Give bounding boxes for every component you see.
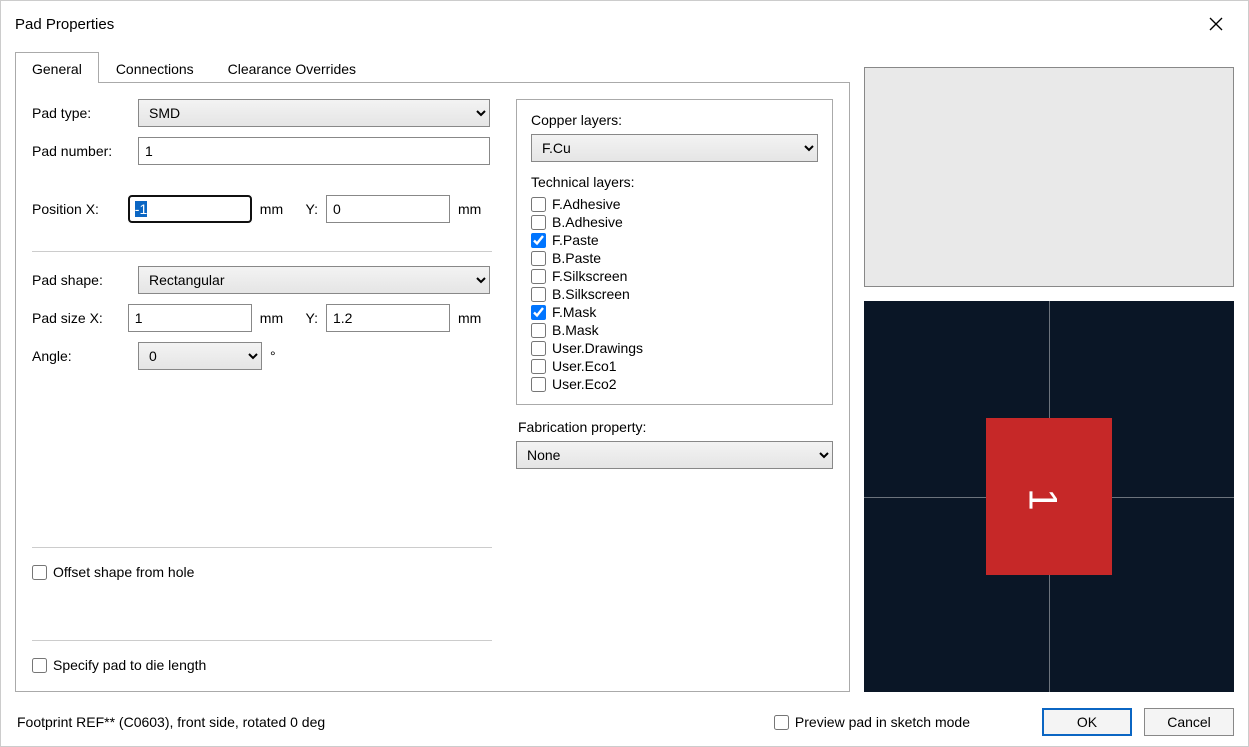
tech-layer-checkbox-user-eco2[interactable] [531,377,546,392]
label-specify-die: Specify pad to die length [53,657,206,673]
pad-number-input[interactable] [138,137,490,165]
pad-size-y-input[interactable] [326,304,450,332]
tech-layer-checkbox-b-paste[interactable] [531,251,546,266]
position-y-input[interactable] [326,195,450,223]
label-offset-shape: Offset shape from hole [53,564,194,580]
tech-layer-row: User.Drawings [531,340,818,356]
cancel-button[interactable]: Cancel [1144,708,1234,736]
tech-layer-row: F.Adhesive [531,196,818,212]
tab-bar: General Connections Clearance Overrides [15,51,850,83]
copper-layer-select[interactable]: F.Cu [531,134,818,162]
tech-layer-row: F.Mask [531,304,818,320]
tech-layer-label: B.Paste [552,250,601,266]
tech-layer-label: User.Drawings [552,340,643,356]
preview-pad: 1 [864,301,1234,692]
label-y: Y: [302,310,318,326]
fabrication-property-select[interactable]: None [516,441,833,469]
tech-layer-row: B.Silkscreen [531,286,818,302]
close-icon[interactable] [1196,9,1236,39]
tech-layer-label: F.Mask [552,304,596,320]
tech-layer-checkbox-f-silkscreen[interactable] [531,269,546,284]
preview-sketch-checkbox[interactable] [774,715,789,730]
label-preview-sketch: Preview pad in sketch mode [795,714,970,730]
tab-connections[interactable]: Connections [99,52,211,83]
tech-layer-label: B.Mask [552,322,599,338]
tech-layer-row: F.Paste [531,232,818,248]
label-position-x: Position X: [32,201,120,217]
layers-panel: Copper layers: F.Cu Technical layers: F.… [516,99,833,405]
tech-layer-label: User.Eco1 [552,358,617,374]
tech-layer-checkbox-f-mask[interactable] [531,305,546,320]
tech-layer-row: B.Mask [531,322,818,338]
pad-number-preview: 1 [1019,488,1064,510]
tech-layer-checkbox-b-mask[interactable] [531,323,546,338]
tech-layer-row: B.Paste [531,250,818,266]
label-pad-size-x: Pad size X: [32,310,120,326]
unit-mm: mm [458,201,492,217]
footer: Footprint REF** (C0603), front side, rot… [1,700,1248,746]
unit-mm: mm [260,310,294,326]
pad-size-x-input[interactable] [128,304,252,332]
tech-layer-checkbox-b-adhesive[interactable] [531,215,546,230]
label-copper-layers: Copper layers: [531,112,818,128]
label-technical-layers: Technical layers: [531,174,818,190]
tech-layer-label: F.Adhesive [552,196,620,212]
tech-layer-label: F.Paste [552,232,599,248]
specify-die-checkbox[interactable] [32,658,47,673]
label-pad-type: Pad type: [32,105,130,121]
angle-select[interactable]: 0 [138,342,262,370]
tech-layer-label: B.Silkscreen [552,286,630,302]
tech-layer-row: User.Eco1 [531,358,818,374]
tab-clearance-overrides[interactable]: Clearance Overrides [211,52,373,83]
offset-shape-checkbox[interactable] [32,565,47,580]
tech-layer-checkbox-b-silkscreen[interactable] [531,287,546,302]
window-title: Pad Properties [15,16,114,33]
unit-mm: mm [260,201,294,217]
tech-layer-label: F.Silkscreen [552,268,627,284]
tab-general[interactable]: General [15,52,99,83]
tech-layer-row: B.Adhesive [531,214,818,230]
pad-type-select[interactable]: SMD [138,99,490,127]
unit-mm: mm [458,310,492,326]
label-y: Y: [302,201,318,217]
label-angle: Angle: [32,348,130,364]
footer-status: Footprint REF** (C0603), front side, rot… [17,714,325,730]
ok-button[interactable]: OK [1042,708,1132,736]
tech-layer-row: F.Silkscreen [531,268,818,284]
tech-layer-checkbox-f-adhesive[interactable] [531,197,546,212]
preview-small [864,67,1234,287]
position-x-input[interactable] [128,195,252,223]
tech-layer-checkbox-user-eco1[interactable] [531,359,546,374]
label-fabrication-property: Fabrication property: [516,419,833,435]
tech-layer-checkbox-f-paste[interactable] [531,233,546,248]
titlebar: Pad Properties [1,1,1248,45]
technical-layers-list: F.Adhesive B.Adhesive F.Paste B.Paste F.Silk… [531,196,818,392]
label-pad-shape: Pad shape: [32,272,130,288]
label-pad-number: Pad number: [32,143,130,159]
pad-shape-select[interactable]: Rectangular [138,266,490,294]
tech-layer-checkbox-user-drawings[interactable] [531,341,546,356]
tech-layer-label: User.Eco2 [552,376,617,392]
tech-layer-label: B.Adhesive [552,214,623,230]
tech-layer-row: User.Eco2 [531,376,818,392]
tab-panel-general: Pad type: SMD Pad number: Position X: mm [15,83,850,692]
pad-properties-dialog: Pad Properties General Connections Clear… [0,0,1249,747]
unit-deg: ° [270,348,308,364]
